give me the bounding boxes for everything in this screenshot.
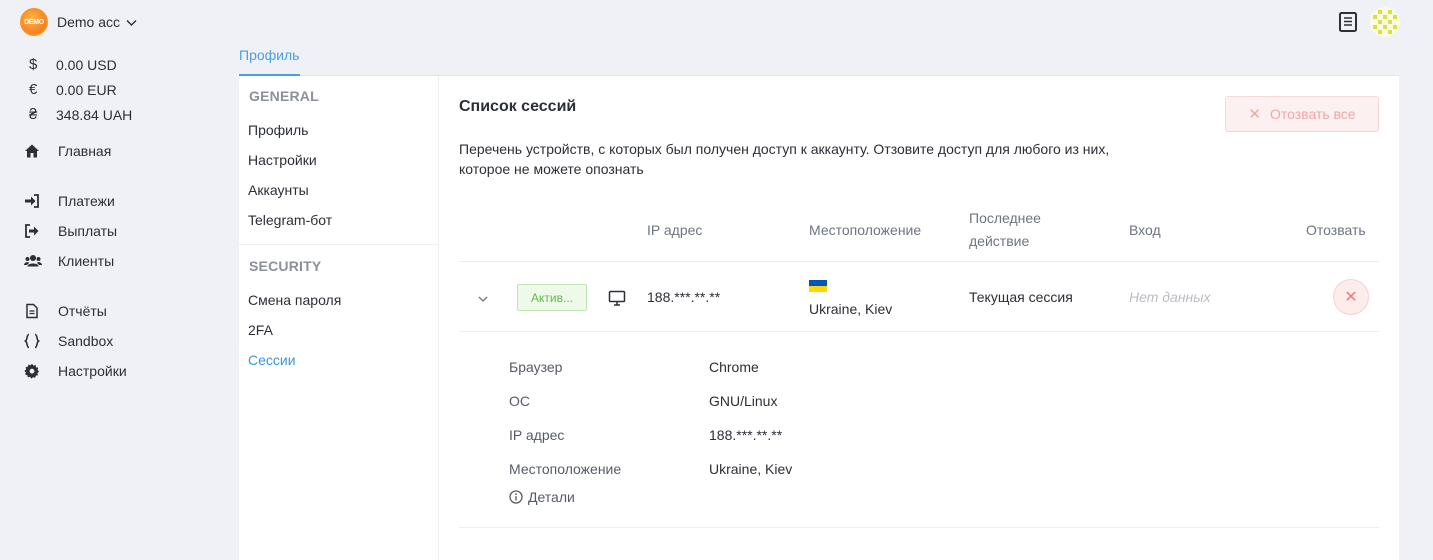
sessions-table-header: IP адрес Местоположение Последнее действ… xyxy=(459,201,1379,262)
sign-out-icon xyxy=(24,223,58,239)
nav-group-main: Главная xyxy=(24,136,111,166)
desktop-icon xyxy=(608,289,626,307)
page-title: Список сессий xyxy=(459,98,577,115)
sessions-description: Перечень устройств, с которых был получе… xyxy=(459,141,1110,177)
column-ip: IP адрес xyxy=(647,222,703,238)
subnav-item-accounts[interactable]: Аккаунты xyxy=(248,182,309,198)
demo-logo: DEMO xyxy=(20,8,48,36)
column-location: Местоположение xyxy=(809,222,922,238)
column-last-action: Последнее действие xyxy=(969,210,1041,249)
sign-in-icon xyxy=(24,193,58,209)
divider xyxy=(239,244,438,245)
revoke-session-button[interactable]: ✕ xyxy=(1333,279,1369,315)
home-icon xyxy=(24,143,58,159)
hryvnia-icon: ₴ xyxy=(29,106,38,123)
account-switcher[interactable]: DEMO Demo acc xyxy=(20,8,137,36)
tab-bar: Профиль xyxy=(239,40,1399,76)
chevron-down-icon[interactable] xyxy=(477,292,489,304)
avatar[interactable] xyxy=(1370,7,1400,37)
nav-item-settings[interactable]: Настройки xyxy=(24,356,127,386)
close-icon: ✕ xyxy=(1344,289,1358,306)
braces-icon xyxy=(24,333,58,349)
balance-amount: 348.84 UAH xyxy=(56,106,133,123)
subnav-item-2fa[interactable]: 2FA xyxy=(248,322,273,338)
close-icon: ✕ xyxy=(1248,106,1261,123)
nav-item-payments[interactable]: Платежи xyxy=(24,186,117,216)
detail-browser-label: Браузер xyxy=(509,359,563,375)
nav-item-payouts[interactable]: Выплаты xyxy=(24,216,117,246)
gear-icon xyxy=(24,363,58,379)
session-last-action: Текущая сессия xyxy=(969,289,1073,305)
balance-amount: 0.00 EUR xyxy=(56,81,117,98)
sidebar: DEMO Demo acc $ 0.00 USD € 0.00 EUR ₴ 34… xyxy=(0,0,225,560)
detail-location-value: Ukraine, Kiev xyxy=(709,461,793,477)
balance-eur: € 0.00 EUR xyxy=(24,77,132,102)
detail-location-label: Местоположение xyxy=(509,461,622,477)
balance-amount: 0.00 USD xyxy=(56,56,117,73)
section-title-general: GENERAL xyxy=(249,88,319,104)
nav-item-clients[interactable]: Клиенты xyxy=(24,246,117,276)
book-icon[interactable] xyxy=(1337,11,1359,33)
detail-ip-value: 188.***.**.** xyxy=(709,427,783,443)
status-badge: Актив... xyxy=(517,284,587,311)
subnav-item-profile[interactable]: Профиль xyxy=(248,122,308,138)
subnav-item-sessions[interactable]: Сессии xyxy=(248,352,296,368)
balance-uah: ₴ 348.84 UAH xyxy=(24,102,132,127)
revoke-all-button[interactable]: ✕ Отозвать все xyxy=(1225,96,1379,132)
detail-os-value: GNU/Linux xyxy=(709,393,778,409)
nav-group-finance: Платежи Выплаты Клиенты xyxy=(24,186,117,276)
nav-item-home[interactable]: Главная xyxy=(24,136,111,166)
nav-item-sandbox[interactable]: Sandbox xyxy=(24,326,127,356)
detail-os-label: ОС xyxy=(509,393,530,409)
ukraine-flag-icon xyxy=(809,280,827,292)
balance-usd: $ 0.00 USD xyxy=(24,52,132,77)
detail-browser-value: Chrome xyxy=(709,359,759,375)
section-title-security: SECURITY xyxy=(249,258,322,274)
file-icon xyxy=(24,303,58,319)
nav-item-reports[interactable]: Отчёты xyxy=(24,296,127,326)
info-icon xyxy=(509,490,523,504)
nav-group-tools: Отчёты Sandbox Настройки xyxy=(24,296,127,386)
settings-subnav: GENERAL Профиль Настройки Аккаунты Teleg… xyxy=(239,76,439,560)
subnav-item-settings[interactable]: Настройки xyxy=(248,152,317,168)
session-details: Браузер Chrome ОС GNU/Linux IP адрес 188… xyxy=(459,333,1379,528)
balances: $ 0.00 USD € 0.00 EUR ₴ 348.84 UAH xyxy=(24,52,132,127)
tab-profile[interactable]: Профиль xyxy=(239,47,300,76)
dollar-icon: $ xyxy=(29,56,38,73)
session-location: Ukraine, Kiev xyxy=(809,301,893,317)
chevron-down-icon xyxy=(126,14,137,30)
session-ip: 188.***.**.** xyxy=(647,289,721,305)
details-link[interactable]: Детали xyxy=(509,489,575,505)
session-login: Нет данных xyxy=(1129,289,1211,305)
subnav-item-change-password[interactable]: Смена пароля xyxy=(248,292,341,308)
account-name: Demo acc xyxy=(57,14,121,30)
subnav-item-telegram[interactable]: Telegram-бот xyxy=(248,212,332,228)
main-panel: GENERAL Профиль Настройки Аккаунты Teleg… xyxy=(239,76,1399,560)
table-row: Актив... 188.***.**.** Ukraine, Kiev Тек… xyxy=(459,263,1379,332)
users-icon xyxy=(24,253,58,269)
detail-ip-label: IP адрес xyxy=(509,427,565,443)
column-revoke: Отозвать xyxy=(1306,222,1366,238)
top-right-toolbar xyxy=(1337,7,1400,37)
column-login: Вход xyxy=(1129,222,1161,238)
sessions-content: Список сессий ✕ Отозвать все Перечень ус… xyxy=(439,76,1399,560)
euro-icon: € xyxy=(29,81,38,98)
